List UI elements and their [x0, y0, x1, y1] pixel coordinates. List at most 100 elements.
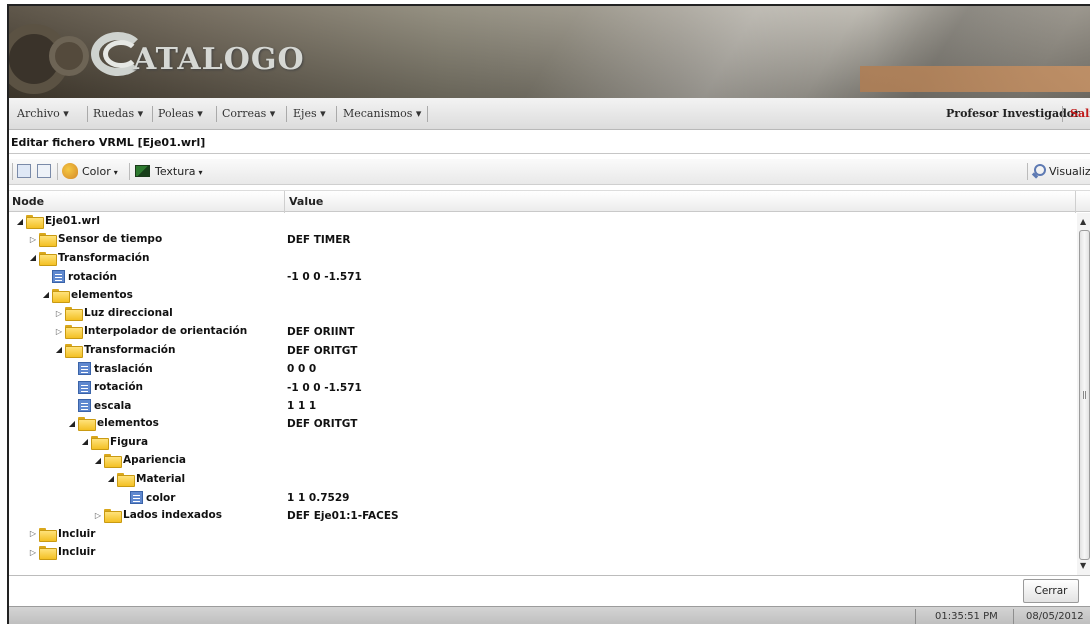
- tree-node-value: DEF ORIINT: [287, 326, 355, 339]
- tree-node[interactable]: ▷ Incluir: [28, 546, 95, 561]
- scroll-down-icon[interactable]: ▼: [1080, 561, 1086, 570]
- expanded-arrow-icon[interactable]: ◢: [28, 253, 38, 262]
- menu-ruedas[interactable]: Ruedas ▾: [93, 107, 143, 120]
- expanded-arrow-icon[interactable]: ◢: [54, 345, 64, 354]
- menu-ejes[interactable]: Ejes ▾: [293, 107, 326, 120]
- tree-node-label: rotación: [94, 381, 144, 394]
- menu-mecanismos[interactable]: Mecanismos ▾: [343, 107, 421, 120]
- menu-bar: Archivo ▾ Ruedas ▾ Poleas ▾ Correas ▾ Ej…: [9, 98, 1090, 130]
- tree-node-label: traslación: [94, 362, 153, 375]
- tree-node[interactable]: ▷ Sensor de tiempo: [28, 233, 163, 248]
- tree-node-value: DEF Eje01:1-FACES: [287, 510, 399, 523]
- tree-node[interactable]: rotación: [67, 380, 144, 394]
- collapsed-arrow-icon[interactable]: ▷: [54, 309, 64, 318]
- tree-node[interactable]: ◢ Material: [106, 472, 186, 487]
- visualize-button[interactable]: Visualizar: [1049, 165, 1090, 178]
- tree-node[interactable]: ◢ Transformación: [54, 343, 176, 358]
- tree-node[interactable]: traslación: [67, 362, 153, 376]
- folder-icon: [26, 215, 44, 229]
- tree-row[interactable]: traslación 0 0 0: [9, 360, 1075, 378]
- tree-row[interactable]: color 1 1 0.7529: [9, 489, 1075, 507]
- tree-row[interactable]: escala 1 1 1: [9, 397, 1075, 415]
- tree-row[interactable]: ◢ Transformación: [9, 250, 1075, 268]
- folder-icon: [104, 454, 122, 469]
- tree-row[interactable]: ◢ elementos: [9, 287, 1075, 305]
- tree-node[interactable]: ▷ Luz direccional: [54, 307, 173, 321]
- collapsed-arrow-icon[interactable]: ▷: [54, 327, 64, 336]
- expanded-arrow-icon[interactable]: ◢: [41, 290, 51, 299]
- collapsed-arrow-icon[interactable]: ▷: [28, 235, 38, 244]
- tree-row[interactable]: ◢ Transformación DEF ORITGT: [9, 342, 1075, 360]
- tree-node-value: DEF TIMER: [287, 234, 351, 247]
- tree-node-label: elementos: [97, 417, 159, 430]
- tree-node[interactable]: color: [119, 491, 175, 504]
- tree-row[interactable]: ▷ Interpolador de orientación DEF ORIINT: [9, 323, 1075, 341]
- color-button[interactable]: Color ▾: [82, 165, 118, 178]
- tree-node[interactable]: ▷ Lados indexados: [93, 509, 222, 524]
- tree-node[interactable]: ◢ elementos: [41, 288, 133, 303]
- tree-node[interactable]: ▷ Interpolador de orientación: [54, 325, 247, 340]
- exit-link[interactable]: Salir: [1070, 107, 1090, 120]
- tree-row[interactable]: rotación -1 0 0 -1.571: [9, 268, 1075, 286]
- collapsed-arrow-icon[interactable]: ▷: [93, 511, 103, 520]
- folder-icon: [104, 509, 122, 524]
- expanded-arrow-icon[interactable]: ◢: [93, 456, 103, 465]
- tree-row[interactable]: ▷ Incluir: [9, 526, 1075, 544]
- close-button[interactable]: Cerrar: [1023, 579, 1079, 603]
- tree-row[interactable]: ◢ elementos DEF ORITGT: [9, 415, 1075, 433]
- tree-row[interactable]: ◢ Apariencia: [9, 452, 1075, 470]
- tree-row[interactable]: ▷ Incluir: [9, 544, 1075, 562]
- tree-row[interactable]: ◢ Eje01.wrl: [9, 213, 1075, 231]
- tree-node[interactable]: ◢ Figura: [80, 435, 148, 450]
- tree-node[interactable]: ▷ Incluir: [28, 527, 95, 542]
- gear-icon: [49, 36, 89, 76]
- field-icon: [78, 380, 91, 394]
- texture-button[interactable]: Textura ▾: [155, 165, 203, 178]
- status-time: 01:35:51 PM: [935, 611, 998, 622]
- tree-node-label: elementos: [71, 288, 133, 301]
- expanded-arrow-icon[interactable]: ◢: [15, 217, 25, 226]
- expanded-arrow-icon[interactable]: ◢: [67, 419, 77, 428]
- header-banner: ATALOGO: [9, 6, 1090, 98]
- scroll-up-icon[interactable]: ▲: [1080, 217, 1086, 226]
- document-icon[interactable]: [37, 164, 51, 178]
- column-value[interactable]: Value: [289, 195, 323, 208]
- tree-row[interactable]: ◢ Material: [9, 471, 1075, 489]
- tree-node[interactable]: escala: [67, 399, 131, 412]
- folder-icon: [117, 472, 135, 487]
- tree-row[interactable]: rotación -1 0 0 -1.571: [9, 379, 1075, 397]
- tree-row[interactable]: ▷ Luz direccional: [9, 305, 1075, 323]
- tree-row[interactable]: ▷ Sensor de tiempo DEF TIMER: [9, 231, 1075, 249]
- tree-row[interactable]: ▷ Lados indexados DEF Eje01:1-FACES: [9, 507, 1075, 525]
- status-date: 08/05/2012: [1026, 611, 1084, 622]
- scrollbar-thumb[interactable]: [1079, 230, 1090, 560]
- collapsed-arrow-icon[interactable]: ▷: [28, 529, 38, 538]
- tree-node-label: Material: [136, 472, 186, 485]
- column-node[interactable]: Node: [12, 195, 44, 208]
- tree-node[interactable]: ◢ Eje01.wrl: [15, 215, 100, 229]
- collapsed-arrow-icon[interactable]: ▷: [28, 548, 38, 557]
- tree-row[interactable]: ◢ Figura: [9, 434, 1075, 452]
- tree-node-label: Transformación: [58, 251, 150, 264]
- menu-archivo[interactable]: Archivo ▾: [17, 107, 69, 120]
- save-icon[interactable]: [17, 164, 31, 178]
- folder-icon: [39, 251, 57, 266]
- tree-node[interactable]: rotación: [41, 270, 117, 284]
- tree-node-value: 1 1 1: [287, 400, 317, 412]
- tree-node-label: color: [146, 491, 176, 504]
- expanded-arrow-icon[interactable]: ◢: [80, 437, 90, 446]
- tree-node[interactable]: ◢ elementos: [67, 417, 159, 432]
- toolbar: Color▾ Textura▾ Visualizar: [9, 159, 1090, 185]
- app-window: ATALOGO Archivo ▾ Ruedas ▾ Poleas ▾ Corr…: [7, 4, 1090, 624]
- status-bar: 01:35:51 PM 08/05/2012: [9, 606, 1090, 624]
- menu-correas[interactable]: Correas ▾: [222, 107, 275, 120]
- tree-node[interactable]: ◢ Apariencia: [93, 454, 186, 469]
- tree-node-label: Eje01.wrl: [45, 215, 100, 227]
- expanded-arrow-icon[interactable]: ◢: [106, 474, 116, 483]
- tree-node-label: Sensor de tiempo: [58, 233, 163, 246]
- vertical-scrollbar[interactable]: ▲ ▼: [1077, 213, 1090, 575]
- tree-node[interactable]: ◢ Transformación: [28, 251, 150, 266]
- field-icon: [78, 399, 91, 412]
- field-icon: [78, 362, 91, 376]
- menu-poleas[interactable]: Poleas ▾: [158, 107, 203, 120]
